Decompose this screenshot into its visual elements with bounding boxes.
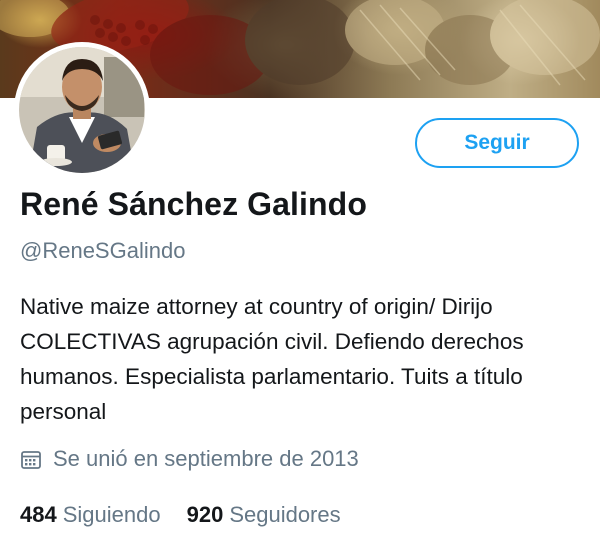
calendar-icon: [21, 451, 41, 469]
profile-stats: 484 Siguiendo 920 Seguidores: [20, 502, 367, 528]
followers-count: 920: [186, 502, 224, 527]
profile-avatar[interactable]: [14, 42, 150, 178]
join-date: Se unió en septiembre de 2013: [20, 446, 359, 472]
profile-bio: Native maize attorney at country of orig…: [20, 294, 524, 424]
profile-handle: @ReneSGalindo: [20, 238, 186, 263]
following-count: 484: [20, 502, 57, 527]
avatar-photo: [19, 47, 145, 173]
followers-link[interactable]: 920 Seguidores: [187, 502, 341, 528]
join-date-text: Se unió en septiembre de 2013: [53, 446, 359, 471]
following-label: Siguiendo: [62, 502, 161, 527]
profile-name: René Sánchez Galindo: [20, 186, 367, 222]
following-link[interactable]: 484 Siguiendo: [20, 502, 161, 528]
followers-label: Seguidores: [229, 502, 341, 527]
follow-button[interactable]: Seguir: [415, 118, 579, 168]
follow-button-label: Seguir: [464, 131, 530, 154]
